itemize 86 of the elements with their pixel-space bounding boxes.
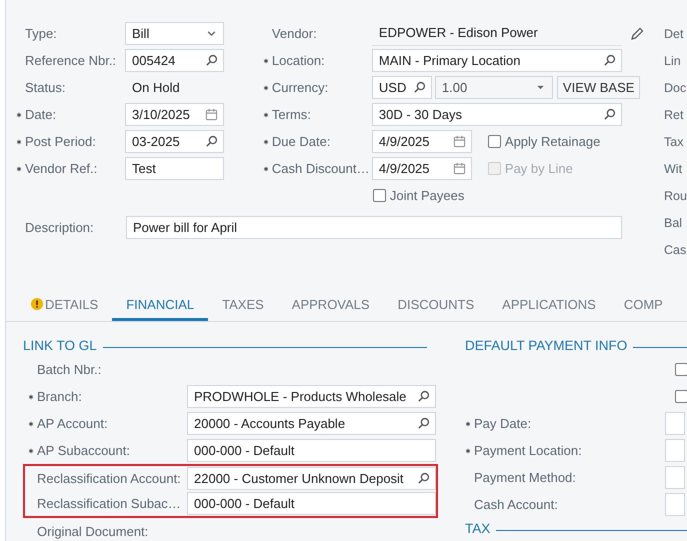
field-label: Reclassification Account: [37,471,182,486]
input-field[interactable]: 03-2025 [125,130,224,153]
field-label: Vendor: [272,26,318,41]
field-label: Type: [25,26,58,41]
field-label: Det [664,26,684,40]
checkbox[interactable] [372,189,386,202]
field-label: Batch Nbr.: [37,362,102,377]
checkbox-label: Apply Retainage [504,134,600,149]
field-label: Payment Location: [474,443,583,458]
field-label: Description: [25,220,95,235]
input-field[interactable]: 22000 - Customer Unknown Deposit [187,467,436,490]
input-field[interactable]: 4/9/2025 [372,157,472,180]
calendar-icon [205,108,218,121]
checkbox[interactable] [675,363,687,376]
input-field[interactable]: 4/9/2025 [372,130,472,153]
search-icon [417,390,430,403]
input-field[interactable] [665,466,685,489]
section-title: LINK TO GL [23,338,97,352]
input-field[interactable]: 30D - 30 Days [372,103,622,126]
search-icon [417,417,430,430]
input-field[interactable]: Test [125,157,224,180]
tab[interactable]: TAXES [208,287,278,321]
input-field[interactable]: 005424 [125,49,224,72]
input-field[interactable] [665,439,685,462]
field-label: Cas [664,242,686,256]
field-label: Reference Nbr.: [25,53,118,68]
input-field[interactable] [665,493,685,516]
section-title: DEFAULT PAYMENT INFO [465,338,628,352]
field-label: Tax [664,134,684,148]
field-value: On Hold [131,80,181,95]
input-field[interactable]: 000-000 - Default [187,439,436,462]
field-label: Reclassification Subac… [37,496,182,511]
field-label: Currency: [272,80,330,95]
field-label: Pay Date: [474,416,532,431]
field-label: Payment Method: [474,470,577,485]
tab[interactable]: APPLICATIONS [488,287,610,321]
field-label: Bal [664,216,682,230]
field-label: Vendor Ref.: [25,161,98,176]
pencil-icon[interactable] [630,26,644,40]
description-field[interactable]: Power bill for April [126,216,622,239]
section-title: TAX [465,520,490,536]
checkbox[interactable] [675,390,687,403]
search-icon [412,81,426,94]
checkbox[interactable] [488,135,501,148]
search-icon [602,54,616,67]
calendar-icon [452,162,466,175]
checkbox-label: Pay by Line [504,161,573,176]
dropdown-field[interactable]: 1.00 [434,76,553,99]
field-label: Cash Account: [474,497,559,512]
search-icon [205,135,218,148]
field-value: EDPOWER - Edison Power [372,21,622,46]
field-label: Date: [25,107,58,122]
field-label: Due Date: [272,134,332,149]
calendar-icon [452,135,466,148]
search-icon [205,54,218,67]
input-field[interactable]: USD [372,76,432,99]
checkbox-label: Joint Payees [390,188,464,203]
input-field[interactable]: 000-000 - Default [187,492,436,515]
dropdown-field[interactable]: Bill [125,22,224,45]
field-label: Ret [664,108,684,122]
tab[interactable]: DETAILS [17,287,112,321]
field-label: Rou [664,188,687,202]
field-label: Terms: [272,107,312,122]
input-field[interactable]: 20000 - Accounts Payable [187,412,436,435]
field-label: Lin [664,54,681,68]
tab[interactable]: COMP [610,287,677,321]
tab[interactable]: FINANCIAL [112,287,208,321]
field-label: Status: [25,80,66,95]
input-field[interactable]: PRODWHOLE - Products Wholesale [187,385,436,408]
tab[interactable]: APPROVALS [278,287,384,321]
field-label: AP Account: [37,416,109,431]
field-label: Cash Discount… [272,161,370,176]
input-field[interactable] [665,412,685,435]
field-label: AP Subaccount: [37,443,131,458]
input-field[interactable]: 3/10/2025 [125,103,224,126]
field-label: Doc [664,80,686,94]
field-label: Wit [664,162,682,176]
field-label: Location: [272,53,326,68]
view-base-button[interactable]: VIEW BASE [556,76,640,99]
input-field[interactable]: MAIN - Primary Location [372,49,622,72]
field-label: Post Period: [25,134,97,149]
field-label: Original Document: [37,524,150,539]
search-icon [417,472,430,485]
search-icon [602,108,616,121]
field-label: Branch: [37,389,83,404]
tab[interactable]: DISCOUNTS [384,287,488,321]
